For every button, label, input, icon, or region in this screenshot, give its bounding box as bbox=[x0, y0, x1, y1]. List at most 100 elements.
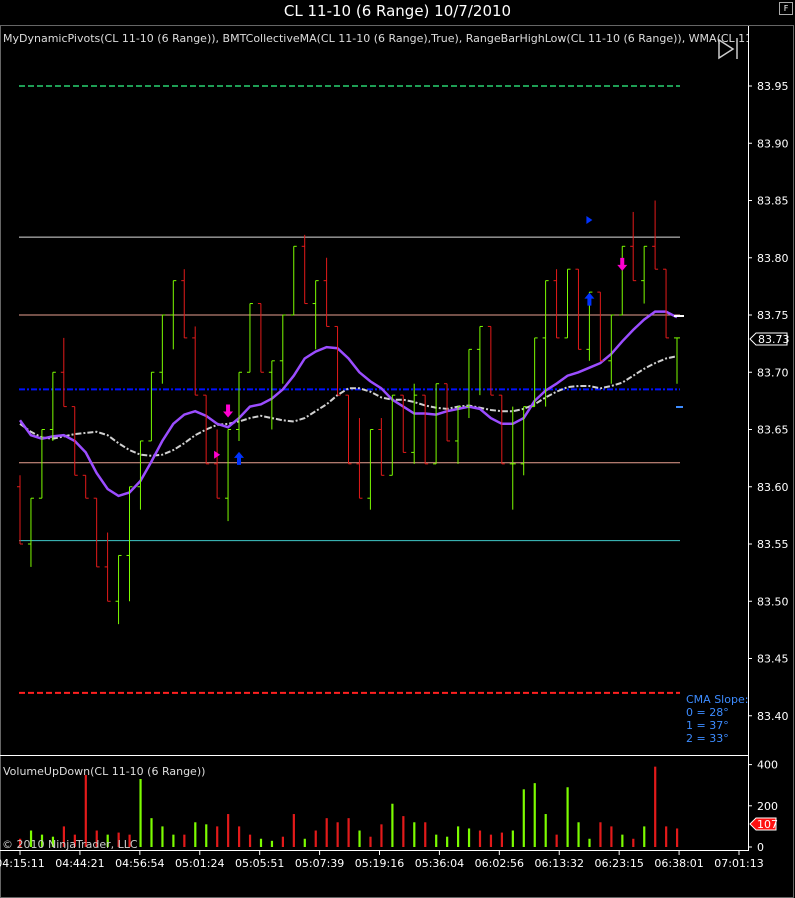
volume-bar-23 bbox=[270, 840, 274, 847]
volume-bar-51 bbox=[577, 822, 580, 847]
price-bar-24 bbox=[279, 314, 286, 384]
volume-bar-46 bbox=[522, 789, 525, 847]
price-tick-label-11: 83.40 bbox=[757, 710, 789, 723]
time-tick-label-11: 06:38:01 bbox=[654, 857, 703, 870]
time-tick-label-1: 04:44:21 bbox=[55, 857, 104, 870]
volume-bar-56 bbox=[632, 838, 635, 847]
volume-tick-label-2: 0 bbox=[757, 841, 764, 854]
volume-bar-24 bbox=[281, 836, 284, 847]
skip-forward-icon[interactable] bbox=[718, 38, 738, 60]
time-axis: 04:15:11 04:44:21 04:56:54 05:01:24 05:05:51… bbox=[0, 850, 764, 870]
price-bar-1 bbox=[27, 497, 34, 567]
signal-down-0 bbox=[223, 404, 234, 418]
price-bar-6 bbox=[82, 474, 89, 499]
volume-bar-49 bbox=[555, 834, 558, 847]
signal-tri-right-4 bbox=[586, 215, 593, 224]
price-bar-8 bbox=[104, 532, 111, 602]
price-chart-svg[interactable]: 83.95 83.90 83.85 83.80 83.75 83.70 83.65 83.60… bbox=[0, 0, 795, 898]
volume-bar-16 bbox=[194, 822, 197, 847]
price-tick-label-2: 83.85 bbox=[757, 195, 789, 208]
price-bar-36 bbox=[411, 383, 418, 464]
volume-bar-32 bbox=[369, 836, 372, 847]
price-bar-50 bbox=[564, 268, 571, 339]
price-bar-53 bbox=[597, 291, 604, 362]
time-tick-label-7: 05:36:04 bbox=[415, 857, 464, 870]
volume-bar-29 bbox=[336, 822, 339, 847]
copyright-text: © 2010 NinjaTrader, LLC bbox=[2, 838, 138, 851]
volume-bar-47 bbox=[533, 783, 536, 847]
volume-bar-33 bbox=[380, 824, 383, 847]
volume-bar-34 bbox=[391, 803, 394, 847]
volume-bar-59 bbox=[665, 826, 668, 847]
price-bar-7 bbox=[93, 497, 100, 568]
volume-bar-60 bbox=[676, 828, 679, 847]
price-bar-49 bbox=[553, 269, 560, 339]
price-tick-label-5: 83.70 bbox=[757, 366, 789, 379]
volume-bar-39 bbox=[446, 836, 449, 847]
price-axis: 83.95 83.90 83.85 83.80 83.75 83.70 83.65 83.60… bbox=[748, 80, 789, 723]
price-bar-3 bbox=[49, 371, 56, 441]
time-tick-label-8: 06:02:56 bbox=[475, 857, 524, 870]
time-tick-label-5: 05:07:39 bbox=[295, 857, 344, 870]
volume-bar-21 bbox=[248, 834, 252, 847]
price-bar-0 bbox=[17, 475, 23, 545]
time-tick-label-2: 04:56:54 bbox=[115, 857, 164, 870]
time-tick-label-12: 07:01:13 bbox=[714, 857, 763, 870]
volume-bar-44 bbox=[500, 832, 503, 847]
price-bar-58 bbox=[652, 200, 659, 270]
price-bar-28 bbox=[323, 257, 330, 327]
price-bar-60 bbox=[674, 337, 680, 384]
price-bar-34 bbox=[389, 394, 396, 476]
current-price-label: 83.73 bbox=[758, 333, 790, 346]
volume-bar-6 bbox=[84, 774, 87, 847]
time-tick-label-4: 05:05:51 bbox=[235, 857, 284, 870]
price-bar-22 bbox=[257, 303, 264, 373]
time-tick-label-6: 05:19:16 bbox=[355, 857, 404, 870]
volume-bar-11 bbox=[139, 779, 142, 847]
volume-bar-17 bbox=[205, 824, 208, 847]
volume-bar-57 bbox=[643, 826, 646, 847]
price-bar-29 bbox=[334, 325, 341, 396]
current-volume-label: 107 bbox=[757, 818, 778, 831]
volume-bar-37 bbox=[424, 822, 427, 847]
time-tick-label-9: 06:13:32 bbox=[535, 857, 584, 870]
volume-bar-45 bbox=[511, 830, 514, 847]
volume-bar-53 bbox=[599, 822, 602, 847]
price-bar-44 bbox=[498, 394, 505, 465]
signal-down-5 bbox=[617, 257, 628, 271]
price-bar-18 bbox=[214, 429, 221, 499]
price-tick-label-8: 83.55 bbox=[757, 538, 789, 551]
volume-bar-20 bbox=[238, 826, 241, 847]
volume-bar-19 bbox=[227, 814, 230, 847]
cma-slope-box: CMA Slope: 0 = 28° 1 = 37° 2 = 33° bbox=[686, 693, 748, 745]
cma-slope-line-1: 1 = 37° bbox=[686, 719, 729, 732]
price-bar-31 bbox=[356, 418, 363, 499]
price-tick-label-9: 83.50 bbox=[757, 595, 789, 608]
volume-bar-22 bbox=[259, 838, 263, 847]
volume-bar-40 bbox=[457, 826, 460, 847]
price-bar-32 bbox=[367, 429, 374, 510]
price-bar-12 bbox=[148, 371, 155, 442]
price-bar-59 bbox=[663, 268, 670, 339]
price-tick-label-1: 83.90 bbox=[757, 137, 789, 150]
volume-bar-58 bbox=[654, 766, 657, 847]
current-price-marker: 83.73 bbox=[749, 332, 790, 346]
volume-tick-label-1: 200 bbox=[757, 800, 778, 813]
volume-axis: 400 200 0 bbox=[748, 759, 778, 854]
volume-bars bbox=[19, 766, 679, 847]
price-bar-43 bbox=[487, 325, 494, 396]
price-bar-25 bbox=[290, 245, 297, 316]
price-tick-label-3: 83.80 bbox=[757, 252, 789, 265]
price-bar-9 bbox=[115, 554, 122, 625]
volume-bar-15 bbox=[183, 834, 186, 847]
volume-bar-13 bbox=[161, 826, 164, 847]
price-bar-48 bbox=[542, 280, 549, 407]
volume-bar-43 bbox=[489, 834, 493, 847]
current-volume-marker: 107 bbox=[749, 817, 778, 831]
volume-bar-26 bbox=[303, 838, 306, 847]
volume-bar-25 bbox=[292, 814, 295, 847]
volume-bar-18 bbox=[216, 826, 219, 847]
price-bar-35 bbox=[400, 394, 407, 453]
time-tick-label-10: 06:23:15 bbox=[594, 857, 643, 870]
volume-bar-42 bbox=[478, 830, 482, 847]
